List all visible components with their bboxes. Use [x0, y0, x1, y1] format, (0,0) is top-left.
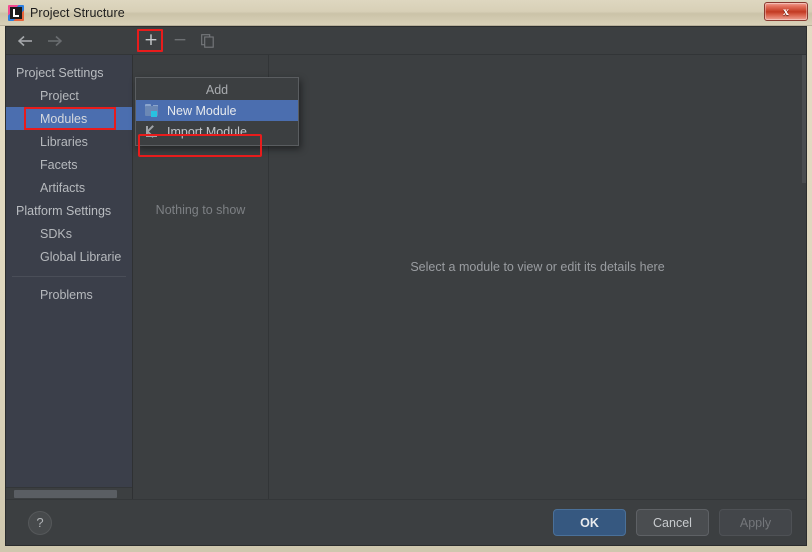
module-detail-panel: Select a module to view or edit its deta… — [269, 55, 806, 499]
add-button[interactable]: + — [139, 31, 163, 51]
dialog-body: + − Project Settings Project Modules Lib… — [5, 26, 807, 546]
window-title: Project Structure — [30, 5, 125, 20]
question-mark-icon: ? — [36, 515, 44, 530]
sidebar-item-label: SDKs — [40, 226, 72, 241]
close-button[interactable]: x — [764, 2, 808, 21]
new-module-icon — [144, 103, 160, 119]
forward-button[interactable] — [40, 28, 68, 54]
sidebar-item-sdks[interactable]: SDKs — [6, 222, 132, 245]
settings-sidebar: Project Settings Project Modules Librari… — [6, 55, 133, 499]
sidebar-horizontal-scrollbar[interactable] — [6, 487, 132, 499]
scrollbar-thumb[interactable] — [802, 55, 806, 183]
vertical-scrollbar[interactable] — [802, 55, 806, 499]
ok-button[interactable]: OK — [553, 509, 626, 536]
sidebar-item-project-settings[interactable]: Project Settings — [6, 61, 132, 84]
sidebar-item-label: Libraries — [40, 134, 88, 149]
apply-button: Apply — [719, 509, 792, 536]
sidebar-item-libraries[interactable]: Libraries — [6, 130, 132, 153]
menu-item-import-module[interactable]: Import Module — [136, 121, 298, 142]
sidebar-item-label: Modules — [40, 111, 88, 126]
add-button-wrapper: + — [137, 28, 164, 52]
sidebar-item-modules[interactable]: Modules — [6, 107, 132, 130]
add-dropdown-menu: Add New Module Import Module — [135, 77, 299, 146]
sidebar-item-label: Platform Settings — [16, 203, 112, 218]
sidebar-item-facets[interactable]: Facets — [6, 153, 132, 176]
sidebar-item-label: Project — [40, 88, 79, 103]
cancel-button[interactable]: Cancel — [636, 509, 709, 536]
title-bar: Project Structure x — [0, 0, 812, 26]
dialog-footer: ? OK Cancel Apply — [6, 499, 806, 545]
close-icon: x — [783, 4, 789, 18]
sidebar-item-label: Project Settings — [16, 65, 104, 80]
sidebar-item-artifacts[interactable]: Artifacts — [6, 176, 132, 199]
help-button[interactable]: ? — [28, 510, 52, 535]
detail-placeholder-message: Select a module to view or edit its deta… — [410, 260, 665, 274]
sidebar-item-label: Artifacts — [40, 180, 86, 195]
scrollbar-thumb[interactable] — [14, 490, 117, 498]
copy-icon — [200, 33, 214, 48]
menu-item-label: Import Module — [167, 124, 247, 139]
dialog-button-group: OK Cancel Apply — [553, 509, 792, 536]
copy-button[interactable] — [195, 31, 219, 51]
sidebar-divider — [12, 276, 126, 277]
empty-list-message: Nothing to show — [155, 203, 246, 217]
menu-item-new-module[interactable]: New Module — [136, 100, 298, 121]
sidebar-item-label: Problems — [40, 287, 93, 302]
remove-button[interactable]: − — [168, 31, 192, 51]
intellij-idea-icon — [8, 4, 24, 21]
arrow-right-icon — [48, 35, 62, 46]
sidebar-item-label: Facets — [40, 157, 78, 172]
sidebar-item-global-libraries[interactable]: Global Librarie — [6, 245, 132, 268]
sidebar-item-platform-settings[interactable]: Platform Settings — [6, 199, 132, 222]
back-button[interactable] — [12, 28, 40, 54]
sidebar-item-project[interactable]: Project — [6, 84, 132, 107]
menu-item-label: New Module — [167, 103, 237, 118]
add-menu-header: Add — [205, 83, 229, 97]
content-area: Project Settings Project Modules Librari… — [6, 55, 806, 499]
sidebar-item-problems[interactable]: Problems — [6, 283, 132, 306]
toolbar: + − — [6, 27, 806, 55]
arrow-left-icon — [18, 35, 32, 46]
project-structure-dialog: Project Structure x + − Project Settings… — [0, 0, 812, 552]
sidebar-item-label: Global Librarie — [40, 249, 122, 264]
import-module-icon — [144, 124, 160, 140]
